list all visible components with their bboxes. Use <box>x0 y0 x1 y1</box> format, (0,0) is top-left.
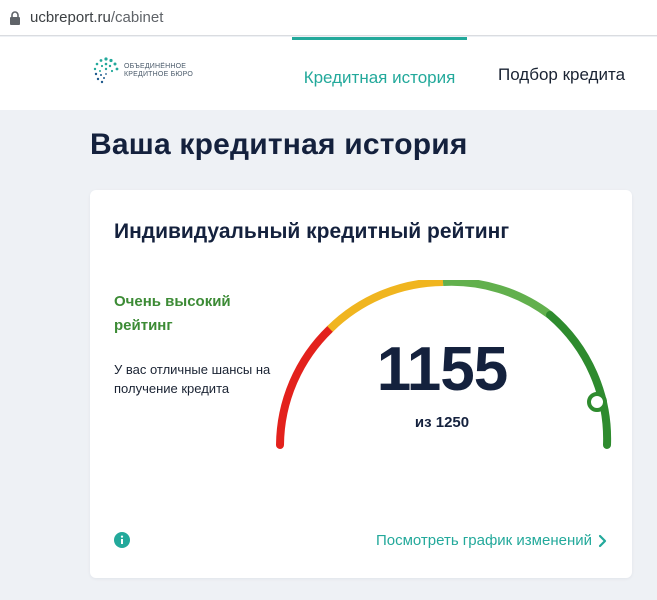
page-title: Ваша кредитная история <box>90 128 468 161</box>
logo[interactable]: ОБЪЕДИНЁННОЕ КРЕДИТНОЕ БЮРО <box>90 55 193 87</box>
rating-card: Индивидуальный кредитный рейтинг Очень в… <box>90 190 632 578</box>
nav-credit-history[interactable]: Кредитная история <box>292 37 467 110</box>
address-url[interactable]: ucbreport.ru/cabinet <box>30 9 163 26</box>
view-history-label: Посмотреть график изменений <box>375 532 592 549</box>
url-domain: ucbreport.ru <box>30 9 111 26</box>
logo-dots-icon <box>93 57 119 84</box>
logo-text-line1: ОБЪЕДИНЁННОЕ <box>124 63 187 70</box>
card-title: Индивидуальный кредитный рейтинг <box>114 220 510 243</box>
gauge-segment-yellow <box>327 280 444 332</box>
gauge-marker <box>587 392 607 412</box>
rating-level-label: Очень высокий рейтинг <box>114 293 231 334</box>
gauge-segment-red <box>276 325 334 449</box>
rating-description: У вас отличные шансы на получение кредит… <box>114 362 271 396</box>
gauge-segment-darkgreen <box>546 311 612 449</box>
credit-score-max: из 1250 <box>414 414 470 431</box>
nav-credit-selection[interactable]: Подбор кредита <box>498 37 625 110</box>
chevron-right-icon <box>598 534 607 547</box>
logo-text-line2: КРЕДИТНОЕ БЮРО <box>124 71 194 78</box>
view-history-link[interactable]: Посмотреть график изменений <box>376 532 608 549</box>
lock-icon <box>10 10 20 25</box>
credit-score: 1155 <box>376 335 509 404</box>
site-header: ОБЪЕДИНЁННОЕ КРЕДИТНОЕ БЮРО Кредитная ис… <box>0 37 657 110</box>
info-icon[interactable] <box>114 532 130 548</box>
gauge-segment-lightgreen <box>442 280 553 319</box>
browser-address-bar[interactable]: ucbreport.ru/cabinet <box>0 0 657 36</box>
url-path: /cabinet <box>110 9 164 26</box>
